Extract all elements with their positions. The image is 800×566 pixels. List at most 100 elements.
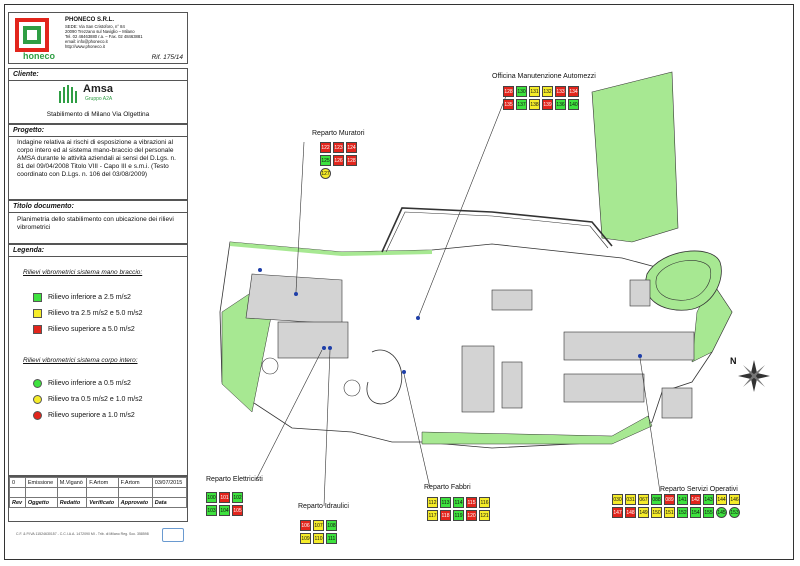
building-servizi-1 — [563, 331, 695, 361]
dept-officina-grid: 128 130 131 132 133 134 135 137 138 139 136 140 — [503, 86, 585, 110]
point-servizi — [638, 354, 642, 358]
progetto-text: Indagine relativa ai rischi di esposizio… — [17, 139, 176, 178]
measurement-cell: 143 — [703, 494, 714, 505]
building-fabbri — [501, 361, 523, 409]
building-idraulici — [277, 321, 349, 359]
legend-body-high: Rilievo superiore a 1.0 m/s2 — [33, 411, 135, 420]
measurement-cell: 111 — [326, 533, 337, 544]
amsa-logo-text: Amsa — [83, 83, 113, 95]
legend-hand-high: Rilievo superiore a 5.0 m/s2 — [33, 325, 135, 334]
legend-hand-mid-swatch — [33, 309, 42, 318]
measurement-cell: 154 — [690, 507, 701, 518]
legend-body-high-swatch — [33, 411, 42, 420]
building-north-block — [629, 279, 651, 307]
revision-table: 0 Emissione M.Viganò F.Artom F.Artom 03/… — [8, 476, 188, 522]
measurement-cell: 114 — [453, 497, 464, 508]
certification-badge — [162, 528, 184, 542]
legend-body-low: Rilievo inferiore a 0.5 m/s2 — [33, 379, 131, 388]
measurement-circle: 145 — [716, 507, 727, 518]
company-header: honeco PHONECO S.R.L. SEDE: Via San Cris… — [8, 12, 188, 64]
dept-muratori-label: Reparto Muratori — [312, 130, 365, 137]
legend-hand-high-swatch — [33, 325, 42, 334]
progetto-label: Progetto: — [9, 125, 187, 137]
dept-fabbri-label: Reparto Fabbri — [424, 484, 471, 491]
dept-servizi-label: Reparto Servizi Operativi — [660, 486, 738, 493]
dept-elettricisti-grid: 100 101 102 103 104 105 — [206, 492, 250, 516]
measurement-cell: 120 — [466, 510, 477, 521]
whole-body-title: Rilievi vibrometrici sistema corpo inter… — [23, 357, 138, 364]
measurement-cell: 148 — [625, 507, 636, 518]
measurement-cell: 139 — [542, 99, 553, 110]
measurement-cell: 136 — [555, 99, 566, 110]
measurement-cell: 134 — [568, 86, 579, 97]
legend-hand-low-swatch — [33, 293, 42, 302]
legend-hand-low: Rilievo inferiore a 2.5 m/s2 — [33, 293, 131, 302]
measurement-cell: 105 — [232, 505, 243, 516]
measurement-cell: 141 — [677, 494, 688, 505]
measurement-cell: 088 — [651, 494, 662, 505]
measurement-cell: 132 — [542, 86, 553, 97]
point-muratori — [294, 292, 298, 296]
company-name: PHONECO S.R.L. — [65, 17, 115, 23]
point-officina — [416, 316, 420, 320]
compass-north-label: N — [730, 356, 737, 366]
measurement-cell: 128 — [503, 86, 514, 97]
amsa-logo-sub: Gruppo A2A — [85, 96, 113, 102]
measurement-cell: 138 — [529, 99, 540, 110]
measurement-cell: 030 — [612, 494, 623, 505]
measurement-cell: 152 — [677, 507, 688, 518]
measurement-cell: 118 — [440, 510, 451, 521]
measurement-cell: 116 — [479, 497, 490, 508]
measurement-circle: 153 — [729, 507, 740, 518]
measurement-cell: 104 — [219, 505, 230, 516]
measurement-cell: 122 — [320, 142, 331, 153]
measurement-cell: 103 — [206, 505, 217, 516]
measurement-cell: 117 — [427, 510, 438, 521]
measurement-cell: 123 — [333, 142, 344, 153]
measurement-cell: 124 — [346, 142, 357, 153]
company-logo-text: honeco — [23, 51, 56, 61]
measurement-cell: 151 — [664, 507, 675, 518]
measurement-cell: 102 — [232, 492, 243, 503]
revision-row: 0 Emissione M.Viganò F.Artom F.Artom 03/… — [9, 477, 188, 488]
building-central — [461, 345, 495, 413]
measurement-cell: 147 — [612, 507, 623, 518]
legend-hand-mid: Rilievo tra 2.5 m/s2 e 5.0 m/s2 — [33, 309, 143, 318]
measurement-cell: 142 — [690, 494, 701, 505]
amsa-logo-icon — [59, 85, 77, 103]
dept-idraulici-label: Reparto Idraulici — [298, 503, 349, 510]
measurement-cell: 101 — [219, 492, 230, 503]
point-elettricisti — [322, 346, 326, 350]
titolo-text: Planimetria dello stabilimento con ubica… — [17, 216, 174, 231]
measurement-cell: 130 — [516, 86, 527, 97]
hand-arm-title: Rilievi vibrometrici sistema mano bracci… — [23, 269, 143, 276]
legenda-panel: Legenda: Rilievi vibrometrici sistema ma… — [8, 244, 188, 476]
measurement-cell: 119 — [453, 510, 464, 521]
measurement-cell: 144 — [716, 494, 727, 505]
dept-muratori-grid: 122 123 124 125 126 128 127 — [320, 142, 362, 179]
legend-body-mid-swatch — [33, 395, 42, 404]
point-idraulici — [328, 346, 332, 350]
measurement-cell: 150 — [651, 507, 662, 518]
measurement-cell: 133 — [555, 86, 566, 97]
measurement-cell: 135 — [503, 99, 514, 110]
point-fabbri — [402, 370, 406, 374]
legend-body-mid: Rilievo tra 0.5 m/s2 e 1.0 m/s2 — [33, 395, 143, 404]
measurement-cell: 131 — [529, 86, 540, 97]
measurement-cell: 155 — [703, 507, 714, 518]
measurement-cell: 107 — [313, 520, 324, 531]
measurement-cell: 113 — [440, 497, 451, 508]
measurement-cell: 140 — [568, 99, 579, 110]
measurement-cell: 112 — [427, 497, 438, 508]
building-utility — [491, 289, 533, 311]
point-west — [258, 268, 262, 272]
site-plan-map: N — [219, 71, 770, 507]
progetto-panel: Progetto: Indagine relativa ai rischi di… — [8, 124, 188, 200]
titolo-label: Titolo documento: — [9, 201, 187, 213]
site-name: Stabilimento di Milano Via Olgettina — [46, 111, 150, 118]
legend-body-low-swatch — [33, 379, 42, 388]
compass-rose-icon — [738, 360, 770, 392]
building-east — [661, 387, 693, 419]
dept-officina-label: Officina Manutenzione Automezzi — [492, 73, 596, 80]
measurement-cell: 031 — [625, 494, 636, 505]
